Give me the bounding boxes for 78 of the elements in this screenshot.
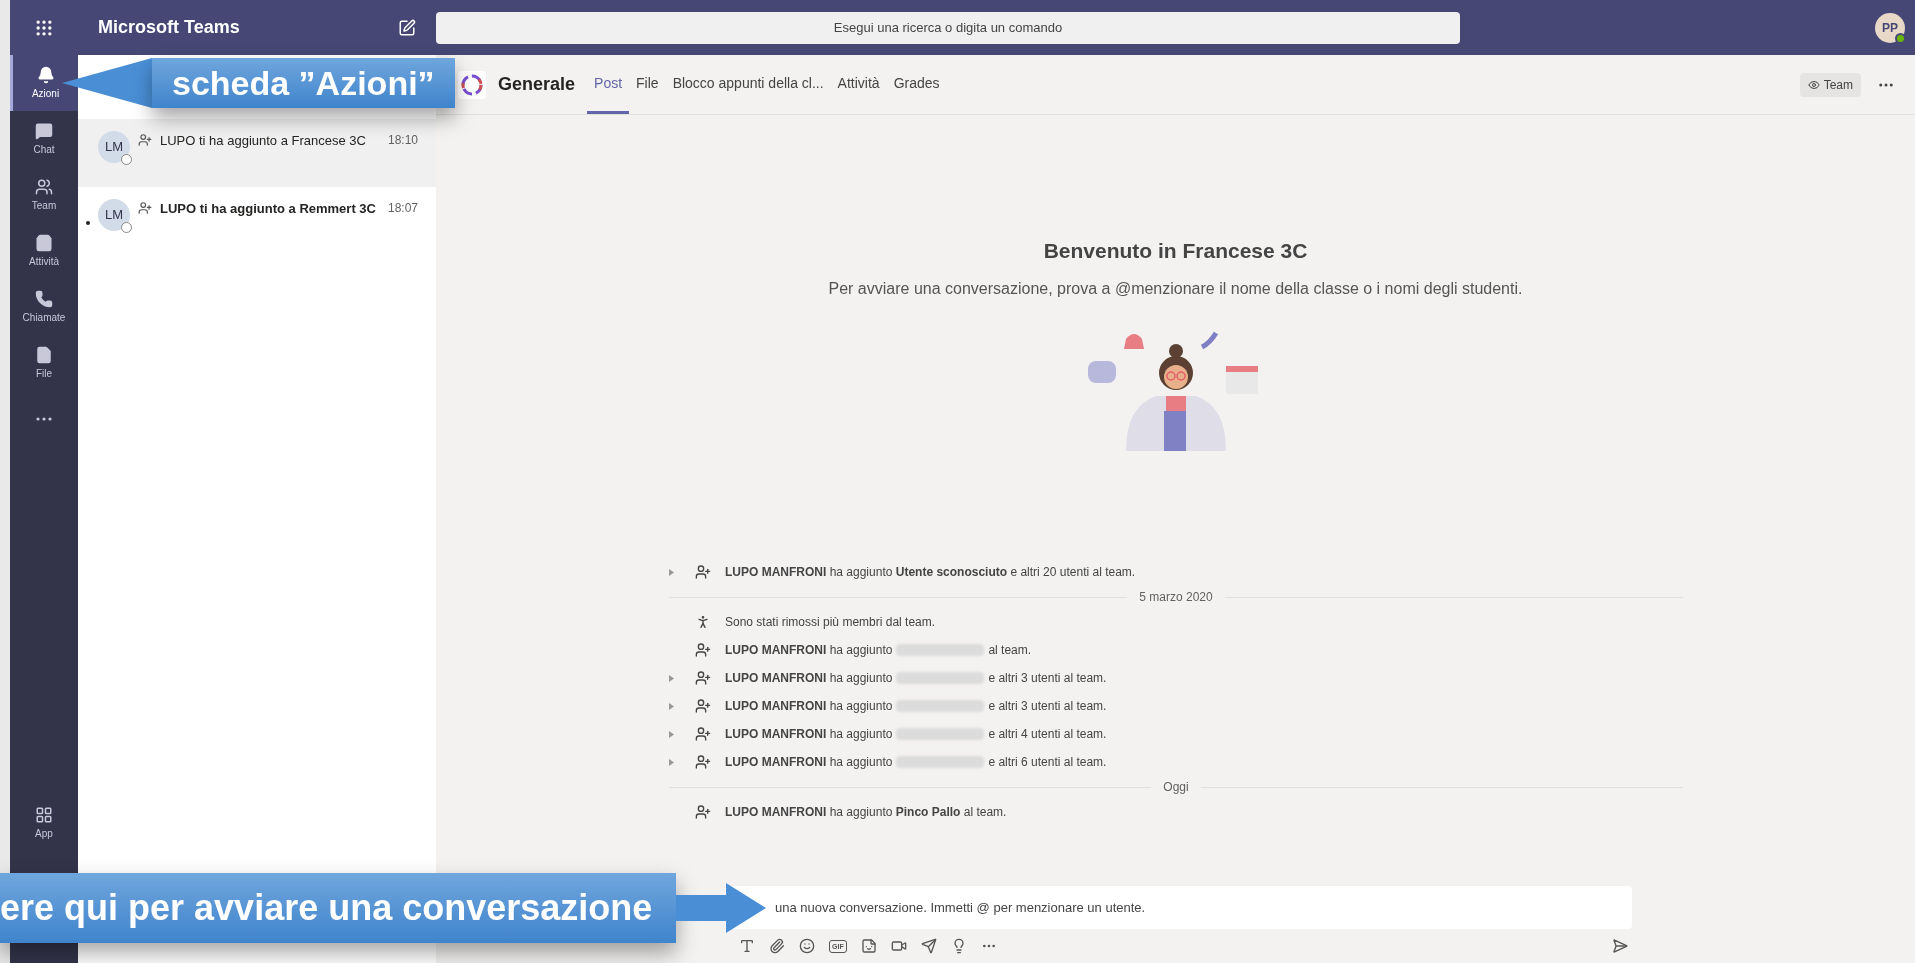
channel-name: Generale	[498, 73, 576, 96]
user-avatar: LM	[98, 131, 130, 163]
activity-text: e altri 3 utenti al team.	[988, 670, 1107, 687]
activity-text: LUPO MANFRONI ha aggiunto	[725, 726, 893, 743]
activity-text: LUPO MANFRONI ha aggiunto	[725, 670, 893, 687]
search-field[interactable]: Esegui una ricerca o digita un comando	[436, 11, 1460, 44]
rail-item[interactable]: Azioni	[10, 55, 78, 111]
feed-time: 18:10	[387, 132, 418, 149]
person-walking-icon	[695, 614, 711, 630]
callout-label: ere qui per avviare una conversazione	[0, 873, 677, 943]
activity-text: LUPO MANFRONI ha aggiunto	[725, 698, 893, 715]
expand-caret-icon[interactable]	[669, 730, 674, 738]
channel-tab[interactable]: Attività	[830, 55, 887, 114]
bell-icon	[36, 65, 55, 84]
feed-text: LUPO ti ha aggiunto a Francese 3C	[160, 132, 367, 150]
welcome-subtitle: Per avviare una conversazione, prova a @menzionare il nome della classe o i nomi degli studenti.	[828, 278, 1523, 299]
welcome-title: Benvenuto in Francese 3C	[1043, 238, 1308, 264]
feed-item[interactable]: LM LUPO ti ha aggiunto a Francese 3C 18:10	[78, 119, 436, 187]
person-add-icon	[695, 670, 711, 686]
attach-icon[interactable]	[769, 938, 785, 954]
format-icon[interactable]	[739, 938, 755, 954]
date-divider: 5 marzo 2020	[1139, 589, 1213, 606]
expand-caret-icon[interactable]	[669, 674, 674, 682]
eye-icon	[1807, 78, 1820, 91]
apps-icon	[35, 805, 53, 824]
team-add-icon	[138, 133, 152, 147]
activity-text: LUPO MANFRONI ha aggiunto	[725, 754, 893, 771]
rail-item[interactable]: Chat	[10, 111, 78, 167]
sticker-icon[interactable]	[860, 938, 877, 954]
channel-tab[interactable]: Post	[587, 55, 630, 114]
expand-caret-icon[interactable]	[669, 568, 674, 576]
people-icon	[35, 177, 53, 196]
send-arrow-icon[interactable]	[920, 938, 937, 954]
rail-item[interactable]: File	[10, 335, 78, 391]
team-add-icon	[138, 201, 152, 215]
user-avatar[interactable]: PP	[1875, 12, 1905, 43]
feed-time: 18:07	[387, 200, 418, 217]
person-add-icon	[695, 754, 711, 770]
activity-text: al team.	[988, 642, 1032, 659]
send-icon[interactable]	[1612, 938, 1628, 954]
team-logo-icon	[458, 70, 486, 99]
rail-item[interactable]: Team	[10, 167, 78, 223]
channel-tab[interactable]: File	[629, 55, 666, 114]
person-add-icon	[695, 804, 711, 820]
compose-icon[interactable]	[398, 18, 416, 37]
activity-text: LUPO MANFRONI ha aggiunto Utente sconosciuto e altri 20 utenti al team.	[725, 564, 1136, 581]
person-add-icon	[695, 642, 711, 658]
activity-text: LUPO MANFRONI ha aggiunto Pinco Pallo al team.	[725, 804, 1007, 821]
channel-tab[interactable]: Blocco appunti della cl...	[665, 55, 831, 114]
channel-tab[interactable]: Grades	[886, 55, 947, 114]
activity-text: e altri 6 utenti al team.	[988, 754, 1107, 771]
person-add-icon	[695, 698, 711, 714]
callout-arrow-icon	[62, 58, 152, 108]
chat-icon	[35, 121, 53, 140]
file-icon	[35, 345, 53, 364]
app-title: Microsoft Teams	[98, 16, 240, 39]
activity-text: LUPO MANFRONI ha aggiunto	[725, 642, 893, 659]
team-button[interactable]: Team	[1799, 72, 1861, 97]
date-divider: Oggi	[1163, 779, 1189, 796]
activity-text: e altri 3 utenti al team.	[988, 698, 1107, 715]
activity-text: Sono stati rimossi più membri dal team.	[725, 614, 936, 631]
person-add-icon	[695, 726, 711, 742]
more-icon[interactable]	[36, 417, 52, 421]
person-add-icon	[695, 564, 711, 580]
user-avatar: LM	[98, 199, 130, 231]
callout-arrow-icon	[676, 883, 767, 933]
message-input-field[interactable]: una nuova conversazione. Immetti @ per menzionare un utente.	[725, 886, 1632, 929]
expand-caret-icon[interactable]	[669, 702, 674, 710]
rail-item[interactable]: Chiamate	[10, 279, 78, 335]
callout-label: scheda ”Azioni”	[152, 58, 455, 108]
video-camera-icon[interactable]	[890, 938, 907, 954]
expand-caret-icon[interactable]	[669, 758, 674, 766]
rail-item[interactable]: Attività	[10, 223, 78, 279]
activity-text: e altri 4 utenti al team.	[988, 726, 1107, 743]
rail-item[interactable]: App	[10, 793, 78, 853]
phone-icon	[35, 289, 53, 308]
emoji-icon[interactable]	[799, 938, 815, 954]
feed-text: LUPO ti ha aggiunto a Remmert 3C	[160, 200, 377, 218]
